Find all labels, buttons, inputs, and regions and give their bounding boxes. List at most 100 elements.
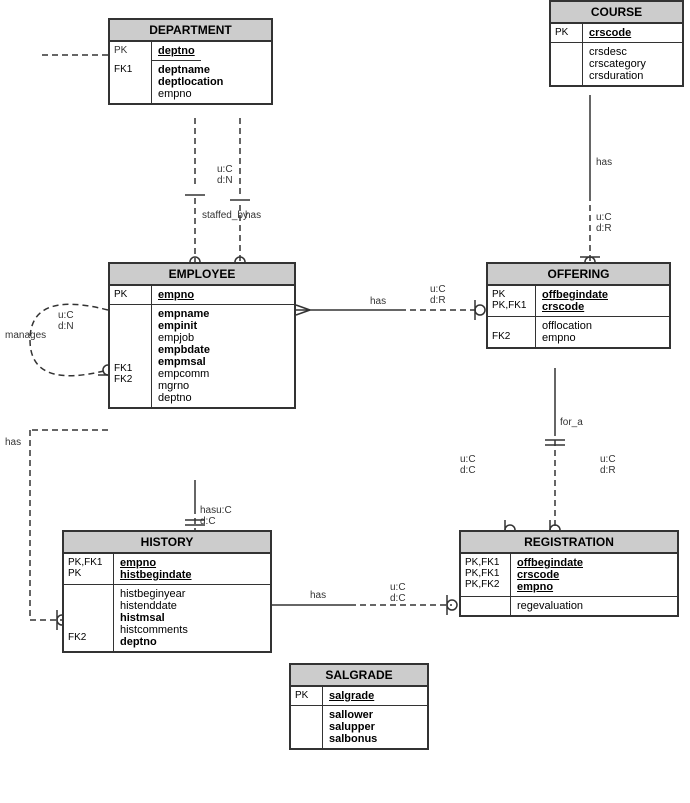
department-entity: DEPARTMENT PK deptno FK1 deptname deptlo… [108, 18, 273, 105]
salgrade-field-salupper: salupper [329, 721, 377, 733]
course-pk-field: crscode [583, 24, 637, 42]
hist-pk-label: PK [68, 568, 109, 579]
hist-pk-empno: empno [120, 557, 192, 569]
has-dept-label: has [245, 210, 261, 221]
salgrade-field-sallower: sallower [329, 709, 377, 721]
reg-pk-crscode: crscode [517, 569, 583, 581]
employee-title: EMPLOYEE [110, 264, 294, 286]
course-field-crscategory: crscategory [589, 58, 646, 70]
emp-field-empinit: empinit [158, 320, 210, 332]
emp-field-empmsal: empmsal [158, 356, 210, 368]
hist-field-histmsal: histmsal [120, 612, 188, 624]
emp-field-mgrno: mgrno [158, 380, 210, 392]
emp-field-empname: empname [158, 308, 210, 320]
salgrade-entity: SALGRADE PK salgrade sallower salupper s… [289, 663, 429, 750]
hist-field-histbegyear: histbeginyear [120, 588, 188, 600]
salgrade-title: SALGRADE [291, 665, 427, 687]
off-fk2-label: FK2 [492, 331, 531, 342]
reg-field-regevaluation: regevaluation [517, 600, 583, 612]
dr-course-off: d:R [596, 223, 612, 234]
hist-pkfk1-label: PK,FK1 [68, 557, 109, 568]
uc-off-reg: u:C [460, 454, 476, 465]
reg-pkfk2-label: PK,FK2 [465, 579, 506, 590]
uc-course-off: u:C [596, 212, 612, 223]
course-title: COURSE [551, 2, 682, 24]
dept-field-deptname: deptname [158, 64, 223, 76]
emp-spacer3 [114, 330, 147, 341]
hist-field-deptno: deptno [120, 636, 188, 648]
emp-spacer5 [114, 352, 147, 363]
emp-fk2-label: FK2 [114, 374, 147, 385]
has-emp-offering-label: has [370, 296, 386, 307]
reg-pk-empno: empno [517, 581, 583, 593]
salgrade-field-salbonus: salbonus [329, 733, 377, 745]
history-title: HISTORY [64, 532, 270, 554]
uc-dn-left: u:C [58, 310, 74, 321]
emp-spacer2 [114, 319, 147, 330]
hist-pk-histbegindate: histbegindate [120, 569, 192, 581]
dept-field-deptlocation: deptlocation [158, 76, 223, 88]
reg-pk-offbegindate: offbegindate [517, 557, 583, 569]
course-pk-label: PK [551, 24, 583, 42]
employee-entity: EMPLOYEE PK empno FK1 FK2 empname empini… [108, 262, 296, 409]
dept-field-empno: empno [158, 88, 223, 100]
hist-fk2-label: FK2 [68, 632, 109, 643]
department-title: DEPARTMENT [110, 20, 271, 42]
salgrade-pk-field: salgrade [323, 687, 380, 705]
employee-pk-field: empno [152, 286, 200, 304]
staffed-by-label: staffed_by [202, 210, 248, 221]
uc-dn-dept: u:C [217, 164, 233, 175]
has-course-off: has [596, 157, 612, 168]
has-hist-reg-label: has [310, 590, 326, 601]
hist-field-histenddate: histenddate [120, 600, 188, 612]
reg-pkfk1-label: PK,FK1 [465, 557, 506, 568]
course-field-crsduration: crsduration [589, 70, 646, 82]
course-field-crsdesc: crsdesc [589, 46, 646, 58]
history-entity: HISTORY PK,FK1 PK empno histbegindate FK… [62, 530, 272, 653]
for-a-label: for_a [560, 417, 583, 428]
hist-field-histcomments: histcomments [120, 624, 188, 636]
uc2-off-reg: u:C [600, 454, 616, 465]
registration-entity: REGISTRATION PK,FK1 PK,FK1 PK,FK2 offbeg… [459, 530, 679, 617]
off-spacer [492, 320, 531, 331]
dc-hist: d:C [390, 593, 406, 604]
dr-emp-off: d:R [430, 295, 446, 306]
hasu-label: hasu:C [200, 505, 232, 516]
emp-field-empcomm: empcomm [158, 368, 210, 380]
employee-pk-label: PK [110, 286, 152, 304]
emp-fk1-label: FK1 [114, 363, 147, 374]
uc-hist: u:C [390, 582, 406, 593]
diagram-container: staffed_by has u:C d:N manages u:C d:N h… [0, 0, 690, 803]
emp-field-deptno: deptno [158, 392, 210, 404]
manages-label: manages [5, 330, 46, 341]
offering-title: OFFERING [488, 264, 669, 286]
department-pk-field: deptno [152, 42, 201, 61]
hist-spacer3 [68, 610, 109, 621]
salgrade-pk-label: PK [291, 687, 323, 705]
hist-spacer1 [68, 588, 109, 599]
off-pk-offbegindate: offbegindate [542, 289, 608, 301]
uc-emp-off: u:C [430, 284, 446, 295]
emp-spacer1 [114, 308, 147, 319]
registration-title: REGISTRATION [461, 532, 677, 554]
dc-emp-hist: d:C [200, 516, 216, 527]
dept-fk1-label2: FK1 [114, 64, 147, 75]
hist-spacer2 [68, 599, 109, 610]
course-entity: COURSE PK crscode crsdesc crscategory cr… [549, 0, 684, 87]
department-pk-label: PK [110, 42, 152, 61]
reg-pkfk12-label: PK,FK1 [465, 568, 506, 579]
off-pk-crscode: crscode [542, 301, 608, 313]
has-left-label: has [5, 437, 21, 448]
dc-off-reg: d:C [460, 465, 476, 476]
offering-entity: OFFERING PK PK,FK1 offbegindate crscode … [486, 262, 671, 349]
dn-dept: d:N [217, 175, 233, 186]
hist-spacer4 [68, 621, 109, 632]
off-pk-label: PK [492, 289, 531, 300]
dr2-off-reg: d:R [600, 465, 616, 476]
off-field-empno: empno [542, 332, 592, 344]
emp-field-empbdate: empbdate [158, 344, 210, 356]
dn-left: d:N [58, 321, 74, 332]
off-pkfk1-label: PK,FK1 [492, 300, 531, 311]
emp-field-empjob: empjob [158, 332, 210, 344]
emp-spacer4 [114, 341, 147, 352]
